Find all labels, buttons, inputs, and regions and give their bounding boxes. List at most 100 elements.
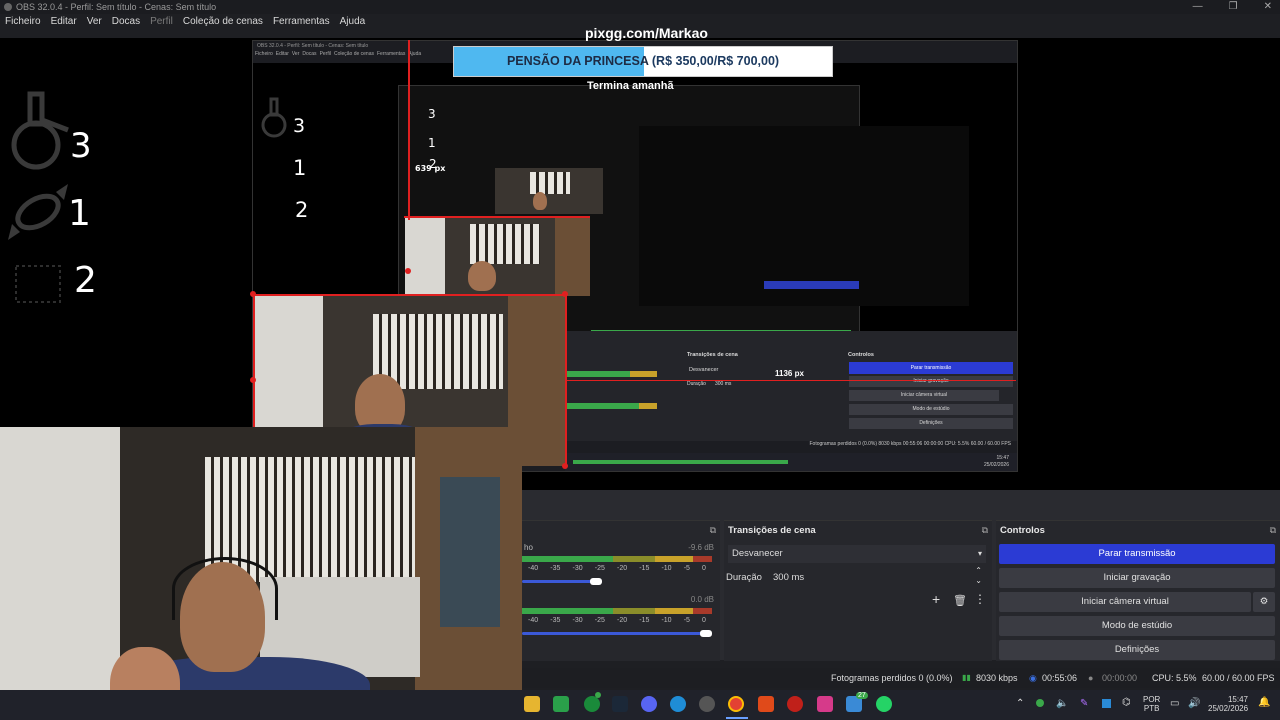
controls-header: Controlos: [1000, 525, 1045, 536]
notification-bell-icon[interactable]: 🔔: [1258, 697, 1270, 708]
stat-medium-3: 2: [295, 198, 309, 222]
goal-title: PENSÃO DA PRINCESA: [506, 54, 649, 68]
px-label-width: 1136 px: [775, 369, 804, 378]
clock-time: 15:47: [1227, 695, 1248, 704]
discord-icon[interactable]: [641, 696, 657, 712]
volume-tray-icon[interactable]: 🔈: [1056, 698, 1068, 709]
menu-colecao-cenas[interactable]: Coleção de cenas: [178, 16, 268, 32]
menu-ferramentas[interactable]: Ferramentas: [268, 16, 335, 32]
nested-controls-header: Controlos: [848, 352, 874, 358]
menu-ver[interactable]: Ver: [82, 16, 107, 32]
webcam-feed-main: [0, 427, 522, 720]
menu-ajuda[interactable]: Ajuda: [335, 16, 371, 32]
start-recording-button[interactable]: Iniciar gravação: [999, 568, 1275, 588]
bitrate: 8030 kbps: [976, 673, 1018, 683]
app-tray-icon[interactable]: [1102, 699, 1111, 708]
menu-perfil[interactable]: Perfil: [145, 16, 178, 32]
nested-menu-item: Ficheiro: [255, 51, 273, 57]
maximize-button[interactable]: ❐: [1229, 1, 1238, 12]
resize-handle-mid[interactable]: [405, 268, 411, 274]
nested-menu-item: Editar: [275, 51, 289, 57]
settings-button[interactable]: Definições: [999, 640, 1275, 660]
mixer-ch1-meter: [522, 556, 712, 562]
edge-icon[interactable]: [670, 696, 686, 712]
wifi-icon[interactable]: ⌬: [1122, 697, 1131, 708]
studio-mode-button[interactable]: Modo de estúdio: [999, 616, 1275, 636]
chevron-up-icon[interactable]: ⌃: [1016, 698, 1024, 709]
flask-icon: [11, 91, 69, 170]
minimize-button[interactable]: —: [1193, 1, 1203, 12]
resize-handle-ml[interactable]: [250, 377, 256, 383]
menu-editar[interactable]: Editar: [46, 16, 82, 32]
close-button[interactable]: ✕: [1264, 1, 1272, 12]
nested-window-title: OBS 32.0.4 - Perfil: Sem título - Cenas:…: [257, 43, 369, 49]
recorder-icon[interactable]: [787, 696, 803, 712]
spin-icon[interactable]: ⌃ ⌄: [975, 566, 982, 586]
file-explorer-icon[interactable]: [524, 696, 540, 712]
menu-ficheiro[interactable]: Ficheiro: [0, 16, 46, 32]
goal-banner-text: PENSÃO DA PRINCESA (R$ 350,00/R$ 700,00): [454, 47, 832, 76]
nested-duration-label: Duração: [687, 381, 706, 387]
transitions-panel: Transições de cena ⧉ Desvanecer ▾ Duraçã…: [724, 520, 992, 661]
tick: -30: [572, 617, 583, 624]
guide-top: [253, 294, 566, 296]
virtual-camera-gear-icon[interactable]: ⚙: [1253, 592, 1275, 612]
brave-icon[interactable]: [758, 696, 774, 712]
tick: -30: [572, 565, 583, 572]
mixer-ch1-knob[interactable]: [590, 578, 602, 585]
pen-icon[interactable]: ✎: [1080, 698, 1088, 709]
transition-select[interactable]: Desvanecer ▾: [728, 545, 986, 563]
monitor-icon[interactable]: ▭: [1170, 698, 1179, 709]
stat-small-2: 1: [428, 136, 436, 150]
delete-transition-button[interactable]: 🗑: [953, 594, 967, 607]
xbox-badge: [595, 692, 601, 698]
stop-stream-button[interactable]: Parar transmissão: [999, 544, 1275, 564]
language-indicator[interactable]: POR PTB: [1143, 695, 1160, 713]
obs-icon[interactable]: [699, 696, 715, 712]
mixer-ch2-knob[interactable]: [700, 630, 712, 637]
stat-large-2: 1: [68, 193, 91, 234]
mixer-menu-icon[interactable]: ⧉: [710, 525, 716, 536]
resize-handle-br[interactable]: [562, 463, 568, 469]
mixer-ch2-db: 0.0 dB: [690, 595, 714, 604]
record-time: 00:00:00: [1102, 673, 1138, 683]
tick: -35: [550, 617, 561, 624]
nested-transition-select: Desvanecer: [689, 367, 719, 373]
transition-select-value: Desvanecer: [732, 548, 783, 559]
instagram-icon[interactable]: [817, 696, 833, 712]
chrome-icon[interactable]: [728, 696, 744, 712]
tray-green-icon[interactable]: [1036, 699, 1044, 707]
clock[interactable]: 15:47 25/02/2026: [1208, 695, 1248, 713]
transition-more-button[interactable]: ⋮: [974, 592, 986, 606]
duration-label: Duração: [726, 572, 762, 583]
whatsapp-icon[interactable]: [876, 696, 892, 712]
menu-bar: Ficheiro Editar Ver Docas Perfil Coleção…: [0, 16, 370, 32]
tick: -5: [683, 617, 690, 624]
duration-input[interactable]: 300 ms ⌃ ⌄: [770, 566, 986, 587]
chevron-down-icon: ▾: [977, 549, 982, 558]
store-icon[interactable]: [553, 696, 569, 712]
start-virtual-camera-button[interactable]: Iniciar câmera virtual: [999, 592, 1251, 612]
nested-deep-preview: [639, 126, 969, 306]
obs-app-icon: [4, 3, 12, 11]
tick: -5: [683, 565, 690, 572]
resize-handle-tr[interactable]: [562, 291, 568, 297]
nested-meter-2: [567, 403, 657, 409]
xbox-icon[interactable]: [584, 696, 600, 712]
record-icon: ●: [1088, 673, 1094, 683]
nested-studio-mode: Modo de estúdio: [849, 404, 1013, 415]
controls-menu-icon[interactable]: ⧉: [1270, 525, 1276, 536]
mixer-ch1-slider[interactable]: [522, 580, 596, 583]
mixer-ch1-db: -9.6 dB: [688, 543, 714, 552]
mixer-ch2-slider[interactable]: [522, 632, 708, 635]
resize-handle-tl[interactable]: [250, 291, 256, 297]
webcam-feed-medium: [405, 216, 590, 296]
speaker-icon[interactable]: 🔊: [1188, 698, 1200, 709]
transitions-menu-icon[interactable]: ⧉: [982, 525, 988, 536]
add-transition-button[interactable]: +: [932, 591, 940, 607]
menu-docas[interactable]: Docas: [107, 16, 145, 32]
px-label-height: 639 px: [415, 164, 446, 173]
ghost-subtitle: Termina amanhã: [587, 80, 674, 92]
steam-icon[interactable]: [612, 696, 628, 712]
preview-canvas[interactable]: 3 1 2 OBS 32.0.4 - Perfil: Sem título - …: [0, 38, 1280, 490]
